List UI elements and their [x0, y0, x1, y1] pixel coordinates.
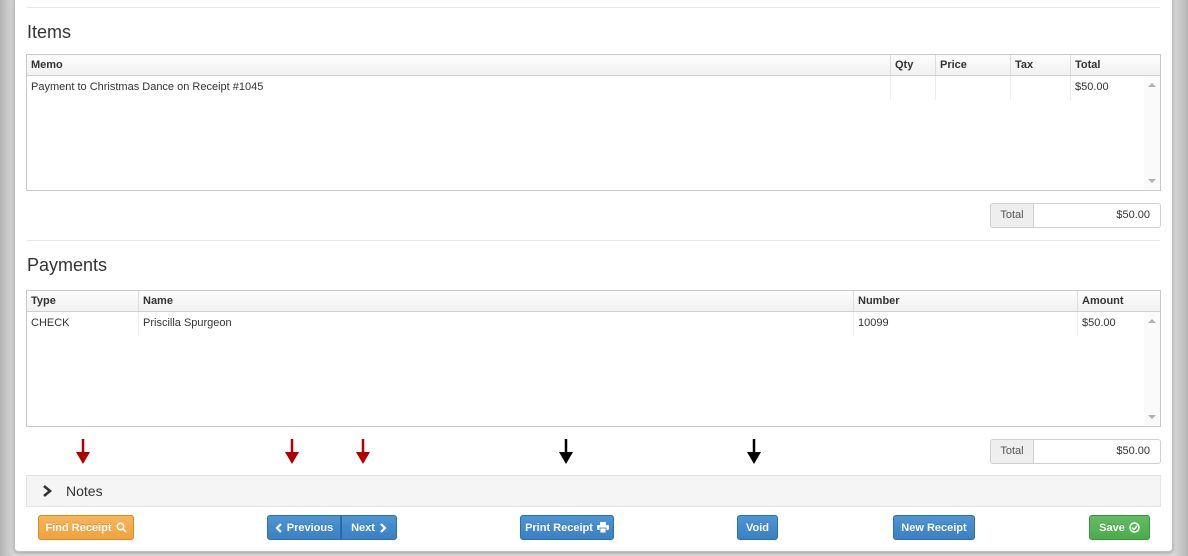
scroll-up-icon[interactable] [1148, 319, 1156, 323]
find-receipt-button[interactable]: Find Receipt [38, 515, 134, 540]
search-icon [115, 522, 127, 533]
payments-scrollbar[interactable] [1144, 312, 1160, 426]
col-qty[interactable]: Qty [891, 55, 936, 75]
next-button[interactable]: Next [341, 515, 397, 540]
col-tax[interactable]: Tax [1011, 55, 1071, 75]
black-arrow-icon [747, 439, 761, 464]
col-name[interactable]: Name [139, 291, 854, 311]
payments-grid-body: CHECK Priscilla Spurgeon 10099 $50.00 [27, 312, 1160, 426]
find-receipt-label: Find Receipt [45, 521, 112, 534]
payments-grid: Type Name Number Amount CHECK Priscilla … [26, 290, 1161, 427]
notes-toggle[interactable]: Notes [26, 475, 1161, 507]
save-button[interactable]: Save [1089, 515, 1150, 540]
notes-label: Notes [66, 483, 103, 499]
items-grid-header: Memo Qty Price Tax Total [27, 55, 1160, 76]
top-divider [27, 7, 1160, 8]
red-arrow-icon [285, 439, 299, 464]
red-arrow-icon [76, 439, 90, 464]
chevron-left-icon [275, 522, 282, 533]
col-price[interactable]: Price [936, 55, 1011, 75]
check-circle-icon [1129, 522, 1140, 533]
save-label: Save [1099, 521, 1125, 534]
payments-grid-header: Type Name Number Amount [27, 291, 1160, 312]
items-grid: Memo Qty Price Tax Total Payment to Chri… [26, 54, 1161, 191]
pager-group: Previous Next [267, 515, 397, 540]
previous-label: Previous [286, 521, 334, 534]
black-arrow-icon [559, 439, 573, 464]
payment-number: 10099 [854, 312, 1078, 336]
item-memo: Payment to Christmas Dance on Receipt #1… [27, 76, 891, 100]
chevron-right-icon [43, 485, 53, 497]
payments-total: Total $50.00 [990, 439, 1161, 464]
col-total[interactable]: Total [1071, 55, 1160, 75]
scroll-down-icon[interactable] [1148, 415, 1156, 419]
print-receipt-button[interactable]: Print Receipt [520, 515, 614, 540]
red-arrow-icon [356, 439, 370, 464]
void-label: Void [745, 521, 769, 534]
table-row[interactable]: Payment to Christmas Dance on Receipt #1… [27, 76, 1160, 100]
table-row[interactable]: CHECK Priscilla Spurgeon 10099 $50.00 [27, 312, 1160, 336]
item-tax [1011, 76, 1071, 100]
receipt-panel: Items Memo Qty Price Tax Total Payment t… [14, 0, 1173, 552]
item-qty [891, 76, 936, 100]
void-button[interactable]: Void [737, 515, 778, 540]
items-scrollbar[interactable] [1144, 76, 1160, 190]
scroll-down-icon[interactable] [1148, 179, 1156, 183]
items-title: Items [27, 22, 72, 42]
col-amount[interactable]: Amount [1078, 291, 1160, 311]
payments-total-label: Total [991, 440, 1034, 463]
new-receipt-label: New Receipt [901, 521, 967, 534]
next-label: Next [351, 521, 375, 534]
payments-title: Payments [27, 255, 108, 275]
previous-button[interactable]: Previous [267, 515, 341, 540]
col-type[interactable]: Type [27, 291, 139, 311]
items-grid-body: Payment to Christmas Dance on Receipt #1… [27, 76, 1160, 190]
section-divider [27, 240, 1160, 241]
items-total-label: Total [991, 204, 1034, 227]
chevron-right-icon [380, 522, 387, 533]
print-receipt-label: Print Receipt [525, 521, 593, 534]
payments-total-value: $50.00 [1034, 440, 1160, 463]
col-memo[interactable]: Memo [27, 55, 891, 75]
item-price [936, 76, 1011, 100]
new-receipt-button[interactable]: New Receipt [893, 515, 975, 540]
items-total: Total $50.00 [990, 203, 1161, 228]
scroll-up-icon[interactable] [1148, 83, 1156, 87]
printer-icon [596, 522, 609, 533]
items-total-value: $50.00 [1034, 204, 1160, 227]
payment-name: Priscilla Spurgeon [139, 312, 854, 336]
col-number[interactable]: Number [854, 291, 1078, 311]
payment-type: CHECK [27, 312, 139, 336]
